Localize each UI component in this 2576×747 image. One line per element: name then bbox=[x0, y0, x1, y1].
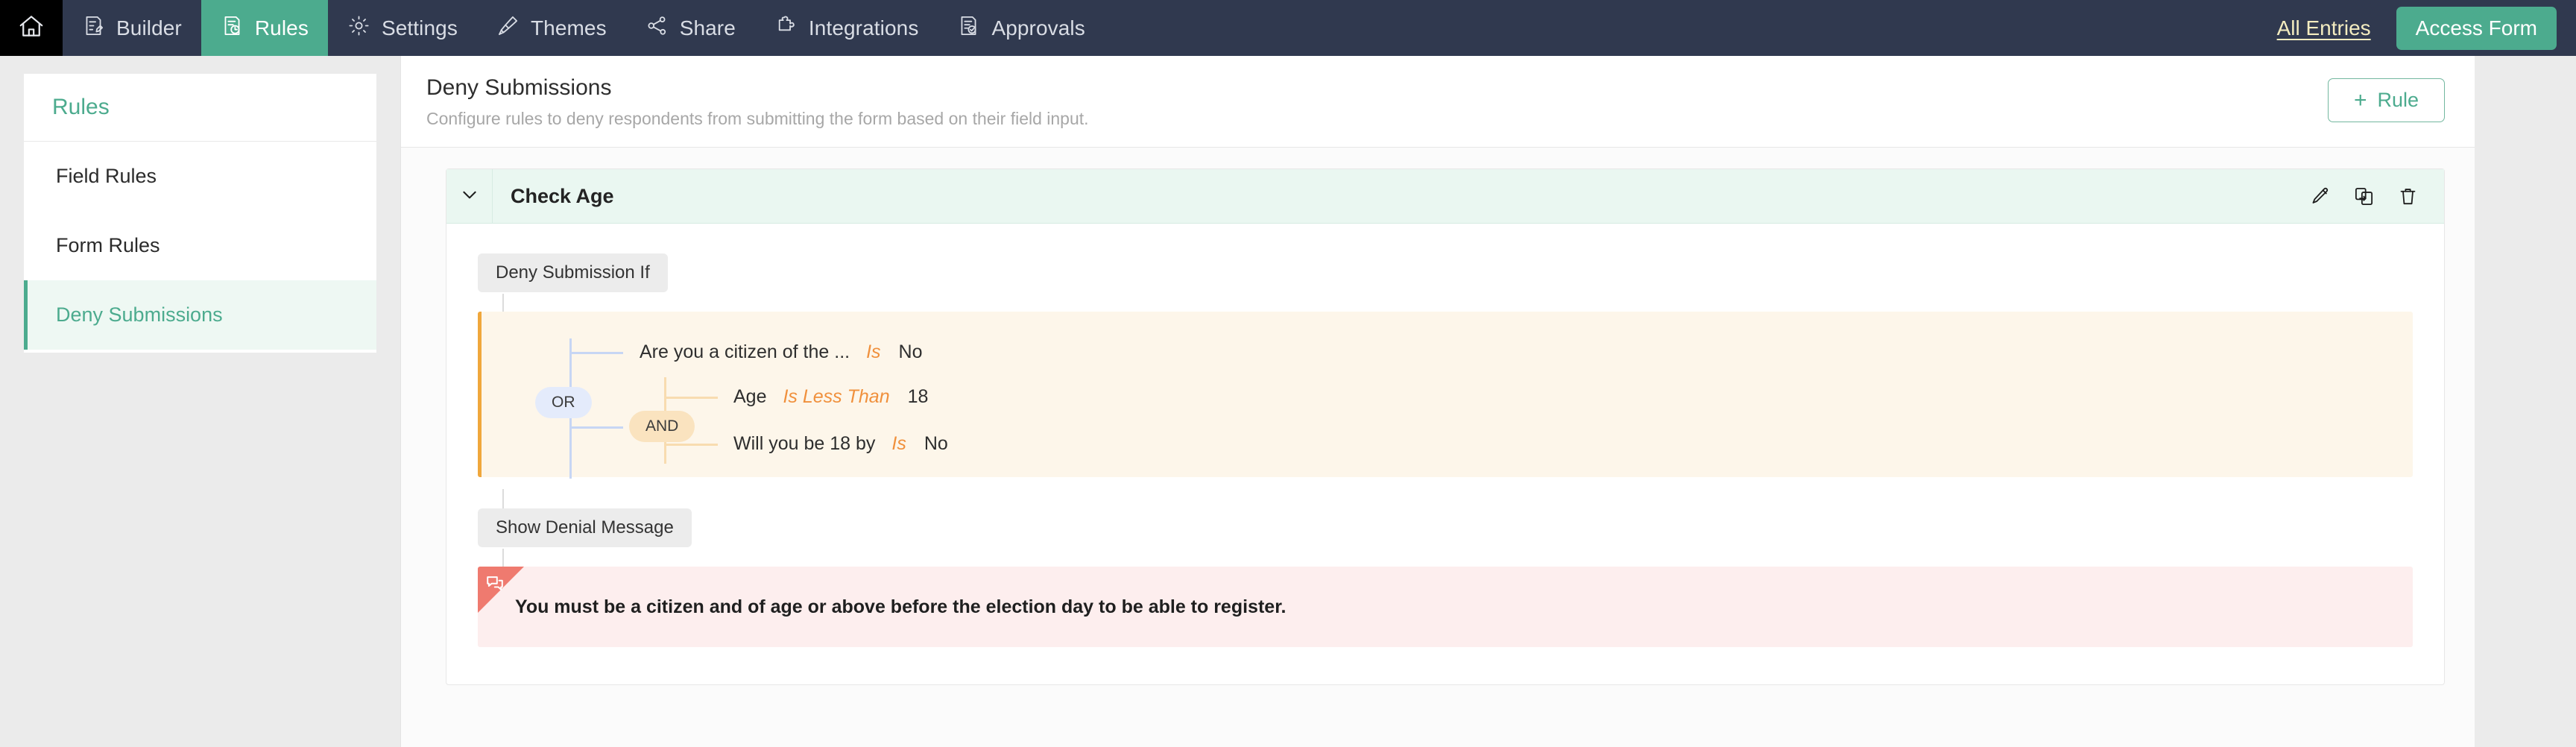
rule-collapse-toggle[interactable] bbox=[446, 169, 493, 223]
tab-settings-label: Settings bbox=[381, 16, 458, 40]
rules-icon bbox=[221, 14, 244, 42]
sidebar-item-form-rules[interactable]: Form Rules bbox=[24, 211, 376, 280]
sidebar: Rules Field Rules Form Rules Deny Submis… bbox=[0, 56, 400, 747]
top-navigation-bar: Builder Rules Settings Themes Share Inte… bbox=[0, 0, 2576, 56]
page-title: Deny Submissions bbox=[426, 75, 612, 100]
tab-builder-label: Builder bbox=[116, 16, 182, 40]
rule-card-header: Check Age bbox=[446, 169, 2444, 224]
condition-value: 18 bbox=[907, 386, 929, 407]
page-subtitle: Configure rules to deny respondents from… bbox=[426, 109, 1089, 128]
sidebar-item-deny-submissions[interactable]: Deny Submissions bbox=[24, 280, 376, 350]
tab-share[interactable]: Share bbox=[626, 0, 755, 56]
or-branch-top-line bbox=[569, 352, 623, 354]
delete-rule-icon[interactable] bbox=[2397, 186, 2419, 207]
tab-builder[interactable]: Builder bbox=[63, 0, 201, 56]
condition-operator: Is Less Than bbox=[783, 386, 890, 407]
access-form-button[interactable]: Access Form bbox=[2396, 6, 2557, 50]
main-header-text: Deny Submissions Configure rules to deny… bbox=[426, 75, 2328, 129]
main-header: Deny Submissions Configure rules to deny… bbox=[401, 56, 2475, 148]
tab-themes-label: Themes bbox=[530, 16, 607, 40]
show-denial-message-tag[interactable]: Show Denial Message bbox=[478, 508, 692, 547]
sidebar-item-field-rules[interactable]: Field Rules bbox=[24, 142, 376, 211]
rule-title: Check Age bbox=[511, 184, 614, 207]
nav-right-actions: All Entries Access Form bbox=[2277, 0, 2576, 56]
tab-settings[interactable]: Settings bbox=[328, 0, 477, 56]
add-rule-button[interactable]: + Rule bbox=[2327, 78, 2445, 122]
sidebar-item-label: Deny Submissions bbox=[56, 303, 223, 326]
home-button[interactable] bbox=[0, 0, 63, 56]
right-gutter bbox=[2525, 56, 2576, 747]
condition-value: No bbox=[924, 433, 948, 454]
chevron-down-icon bbox=[460, 185, 479, 208]
puzzle-icon bbox=[774, 14, 798, 42]
tab-rules[interactable]: Rules bbox=[201, 0, 328, 56]
condition-field: Will you be 18 by bbox=[733, 433, 876, 454]
sidebar-item-label: Field Rules bbox=[56, 165, 157, 187]
condition-rows: OR AND Are you a citizen of the ... Is N… bbox=[482, 331, 2413, 479]
condition-operator: Is bbox=[891, 433, 906, 454]
condition-row[interactable]: Are you a citizen of the ... Is No bbox=[640, 341, 923, 363]
rule-card-body: Deny Submission If OR AND Are you a citi… bbox=[446, 224, 2444, 684]
message-flag-icon bbox=[484, 573, 505, 594]
tab-integrations[interactable]: Integrations bbox=[755, 0, 938, 56]
and-operator-badge[interactable]: AND bbox=[629, 411, 695, 442]
sidebar-card: Rules Field Rules Form Rules Deny Submis… bbox=[24, 74, 376, 353]
and-branch-bottom-line bbox=[664, 444, 718, 446]
home-icon bbox=[17, 12, 45, 44]
add-rule-label: Rule bbox=[2377, 89, 2419, 111]
rule-card: Check Age Deny Submission If OR AND Are … bbox=[446, 168, 2445, 685]
denial-message-text: You must be a citizen and of age or abov… bbox=[515, 596, 1287, 617]
rule-action-buttons bbox=[2309, 186, 2444, 207]
share-icon bbox=[645, 14, 669, 42]
tag-connector-line-top bbox=[502, 489, 504, 508]
condition-value: No bbox=[898, 341, 923, 362]
conditions-panel: OR AND Are you a citizen of the ... Is N… bbox=[478, 312, 2413, 479]
condition-field: Age bbox=[733, 386, 767, 407]
or-operator-badge[interactable]: OR bbox=[535, 387, 592, 418]
main-content: Deny Submissions Configure rules to deny… bbox=[400, 56, 2475, 747]
sidebar-title: Rules bbox=[24, 74, 376, 142]
plus-icon: + bbox=[2353, 87, 2367, 113]
gear-icon bbox=[347, 14, 370, 42]
sidebar-item-label: Form Rules bbox=[56, 234, 160, 256]
tab-approvals-label: Approvals bbox=[991, 16, 1085, 40]
brush-icon bbox=[496, 14, 520, 42]
denial-message-box[interactable]: You must be a citizen and of age or abov… bbox=[478, 567, 2413, 647]
tab-rules-label: Rules bbox=[254, 16, 309, 40]
edit-rule-icon[interactable] bbox=[2309, 186, 2331, 207]
nav-tab-list: Builder Rules Settings Themes Share Inte… bbox=[63, 0, 1105, 56]
action-tag-wrap: Show Denial Message bbox=[446, 489, 2444, 568]
builder-icon bbox=[82, 14, 105, 42]
condition-row[interactable]: Will you be 18 by Is No bbox=[733, 433, 948, 455]
rules-list: Check Age Deny Submission If OR AND Are … bbox=[401, 148, 2475, 747]
tab-approvals[interactable]: Approvals bbox=[938, 0, 1104, 56]
approvals-icon bbox=[957, 14, 980, 42]
tag-connector-line-bottom bbox=[502, 549, 504, 568]
or-branch-bottom-line bbox=[569, 426, 623, 429]
duplicate-rule-icon[interactable] bbox=[2353, 186, 2375, 207]
condition-field: Are you a citizen of the ... bbox=[640, 341, 850, 362]
tab-integrations-label: Integrations bbox=[808, 16, 919, 40]
tab-share-label: Share bbox=[679, 16, 736, 40]
deny-submission-if-tag[interactable]: Deny Submission If bbox=[478, 253, 668, 292]
condition-tag-wrap: Deny Submission If bbox=[446, 253, 2444, 316]
condition-row[interactable]: Age Is Less Than 18 bbox=[733, 386, 928, 408]
and-branch-top-line bbox=[664, 397, 718, 399]
all-entries-link[interactable]: All Entries bbox=[2277, 16, 2371, 40]
tab-themes[interactable]: Themes bbox=[477, 0, 626, 56]
condition-operator: Is bbox=[866, 341, 881, 362]
page-body: Rules Field Rules Form Rules Deny Submis… bbox=[0, 56, 2576, 747]
